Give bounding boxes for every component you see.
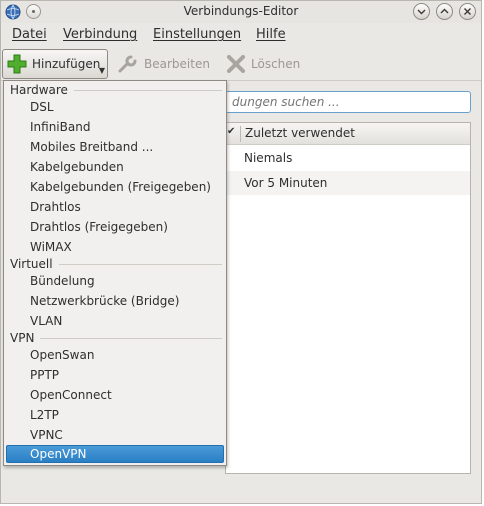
menu-hilfe[interactable]: Hilfe: [256, 27, 286, 42]
menu-datei[interactable]: Datei: [12, 27, 47, 42]
menu-item-wireless[interactable]: Drahtlos: [30, 200, 81, 214]
connections-table[interactable]: ✔ Zuletzt verwendet Niemals Vor 5 Minute…: [225, 122, 471, 474]
menu-einstellungen[interactable]: Einstellungen: [153, 27, 241, 42]
section-virtuell: Virtuell: [10, 257, 222, 271]
menu-item-bond[interactable]: Bündelung: [30, 274, 95, 288]
sort-indicator-icon[interactable]: ✔: [227, 126, 235, 137]
minimize-button[interactable]: [413, 3, 430, 20]
edit-button[interactable]: Bearbeiten: [117, 49, 210, 79]
menu-item-vpnc[interactable]: VPNC: [30, 428, 63, 442]
section-vpn: VPN: [10, 331, 222, 345]
menu-item-label: OpenVPN: [30, 447, 87, 461]
table-row[interactable]: Niemals: [226, 146, 470, 170]
delete-icon: [227, 55, 245, 73]
menu-item-vlan[interactable]: VLAN: [30, 314, 62, 328]
separator: [40, 337, 222, 339]
section-hardware: Hardware: [10, 83, 222, 97]
last-used-cell: Niemals: [244, 151, 293, 165]
menu-item-openvpn[interactable]: OpenVPN: [6, 445, 224, 463]
menu-item-wired-shared[interactable]: Kabelgebunden (Freigegeben): [30, 180, 211, 194]
plus-icon: [7, 54, 27, 74]
menu-item-openswan[interactable]: OpenSwan: [30, 348, 94, 362]
table-row[interactable]: Vor 5 Minuten: [226, 171, 470, 195]
wrench-icon: [118, 55, 137, 73]
menu-verbindung[interactable]: Verbindung: [63, 27, 137, 42]
connection-editor-window: Verbindungs-Editor Datei Verbindung Eins…: [0, 0, 482, 504]
last-used-cell: Vor 5 Minuten: [244, 176, 328, 190]
chevron-up-icon: [440, 8, 449, 14]
delete-button[interactable]: Löschen: [226, 49, 300, 79]
maximize-button[interactable]: [436, 3, 453, 20]
menu-item-mobile-broadband[interactable]: Mobiles Breitband ...: [30, 140, 153, 154]
table-header: ✔ Zuletzt verwendet: [226, 123, 470, 145]
toolbar: Hinzufügen ▼ Bearbeiten Löschen: [1, 47, 481, 81]
add-button-label: Hinzufügen: [32, 57, 101, 71]
section-title: VPN: [10, 331, 35, 345]
add-connection-menu: Hardware DSL InfiniBand Mobiles Breitban…: [3, 80, 227, 466]
column-header-last-used[interactable]: Zuletzt verwendet: [240, 126, 355, 142]
section-title: Virtuell: [10, 257, 53, 271]
menu-item-wireless-shared[interactable]: Drahtlos (Freigegeben): [30, 220, 168, 234]
edit-button-label: Bearbeiten: [144, 57, 210, 71]
menu-item-infiniband[interactable]: InfiniBand: [30, 120, 90, 134]
menu-item-pptp[interactable]: PPTP: [30, 368, 59, 382]
title-bar: Verbindungs-Editor: [1, 1, 481, 23]
section-title: Hardware: [10, 83, 68, 97]
menu-item-openconnect[interactable]: OpenConnect: [30, 388, 112, 402]
menu-item-bridge[interactable]: Netzwerkbrücke (Bridge): [30, 294, 179, 308]
search-input[interactable]: [225, 91, 471, 113]
close-button[interactable]: [459, 3, 476, 20]
menu-item-l2tp[interactable]: L2TP: [30, 408, 59, 422]
menu-bar: Datei Verbindung Einstellungen Hilfe: [1, 24, 481, 46]
menu-item-dsl[interactable]: DSL: [30, 100, 54, 114]
close-icon: [464, 8, 471, 15]
dropdown-arrow-icon: ▼: [98, 66, 105, 75]
window-title: Verbindungs-Editor: [183, 4, 299, 18]
separator: [58, 263, 222, 265]
menu-item-wimax[interactable]: WiMAX: [30, 240, 72, 254]
add-button[interactable]: Hinzufügen ▼: [2, 49, 108, 79]
menu-item-wired[interactable]: Kabelgebunden: [30, 160, 124, 174]
bottom-area: [11, 485, 472, 503]
chevron-down-icon: [417, 9, 426, 15]
separator: [73, 89, 222, 91]
delete-button-label: Löschen: [251, 57, 301, 71]
